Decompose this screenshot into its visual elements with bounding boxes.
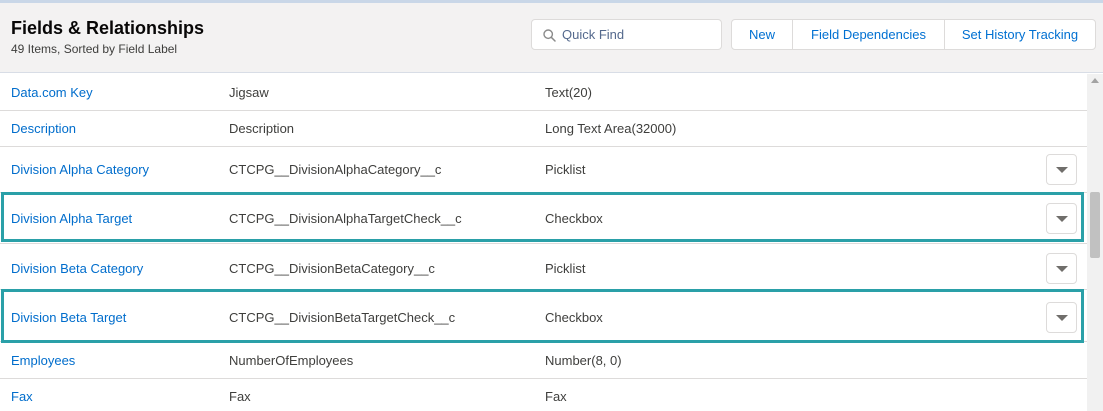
field-api-name: CTCPG__DivisionBetaTargetCheck__c <box>229 310 456 325</box>
quick-find-box[interactable] <box>531 19 722 50</box>
quick-find-input[interactable] <box>562 20 717 49</box>
field-api-name: CTCPG__DivisionAlphaCategory__c <box>229 162 442 177</box>
row-actions-menu-button[interactable] <box>1046 253 1077 284</box>
field-data-type: Number(8, 0) <box>545 353 622 368</box>
field-api-name: Jigsaw <box>229 85 269 100</box>
search-icon <box>543 29 556 42</box>
field-data-type: Checkbox <box>545 310 603 325</box>
field-api-name: Fax <box>229 389 251 404</box>
field-label-link[interactable]: Division Alpha Target <box>11 211 132 226</box>
vertical-scrollbar[interactable] <box>1087 74 1103 411</box>
row-actions-menu-button[interactable] <box>1046 302 1077 333</box>
field-label-link[interactable]: Division Beta Target <box>11 310 126 325</box>
field-api-name: NumberOfEmployees <box>229 353 354 368</box>
table-row: Division Alpha Category CTCPG__DivisionA… <box>0 147 1087 193</box>
table-row: Employees NumberOfEmployees Number(8, 0) <box>0 342 1087 379</box>
field-label-link[interactable]: Division Alpha Category <box>11 162 149 177</box>
field-label-link[interactable]: Division Beta Category <box>11 261 143 276</box>
page-header: Fields & Relationships 49 Items, Sorted … <box>0 3 1103 73</box>
table-row: Division Alpha Target CTCPG__DivisionAlp… <box>0 193 1087 244</box>
field-api-name: CTCPG__DivisionAlphaTargetCheck__c <box>229 211 462 226</box>
scrollbar-thumb[interactable] <box>1090 192 1100 258</box>
field-api-name: Description <box>229 121 295 136</box>
field-label-link[interactable]: Fax <box>11 389 33 404</box>
field-label-link[interactable]: Description <box>11 121 76 136</box>
field-data-type: Picklist <box>545 162 586 177</box>
chevron-down-icon <box>1056 216 1068 222</box>
field-label-link[interactable]: Employees <box>11 353 75 368</box>
fields-table: Data.com Key Jigsaw Text(20) Description… <box>0 74 1087 411</box>
row-actions-menu-button[interactable] <box>1046 154 1077 185</box>
chevron-down-icon <box>1056 266 1068 272</box>
scroll-up-arrow-icon[interactable] <box>1091 78 1099 83</box>
page-title: Fields & Relationships <box>11 18 205 38</box>
field-data-type: Picklist <box>545 261 586 276</box>
table-row: Division Beta Category CTCPG__DivisionBe… <box>0 244 1087 290</box>
field-data-type: Fax <box>545 389 567 404</box>
field-data-type: Checkbox <box>545 211 603 226</box>
field-label-link[interactable]: Data.com Key <box>11 85 93 100</box>
item-count-subtitle: 49 Items, Sorted by Field Label <box>11 42 178 56</box>
chevron-down-icon <box>1056 167 1068 173</box>
table-row: Data.com Key Jigsaw Text(20) <box>0 74 1087 111</box>
set-history-tracking-button[interactable]: Set History Tracking <box>945 20 1095 49</box>
chevron-down-icon <box>1056 315 1068 321</box>
row-actions-menu-button[interactable] <box>1046 203 1077 234</box>
field-data-type: Text(20) <box>545 85 592 100</box>
table-row: Division Beta Target CTCPG__DivisionBeta… <box>0 290 1087 342</box>
new-button[interactable]: New <box>732 20 793 49</box>
field-api-name: CTCPG__DivisionBetaCategory__c <box>229 261 435 276</box>
table-row: Fax Fax Fax <box>0 379 1087 411</box>
table-row: Description Description Long Text Area(3… <box>0 111 1087 147</box>
header-button-group: New Field Dependencies Set History Track… <box>731 19 1096 50</box>
field-data-type: Long Text Area(32000) <box>545 121 677 136</box>
field-dependencies-button[interactable]: Field Dependencies <box>793 20 945 49</box>
